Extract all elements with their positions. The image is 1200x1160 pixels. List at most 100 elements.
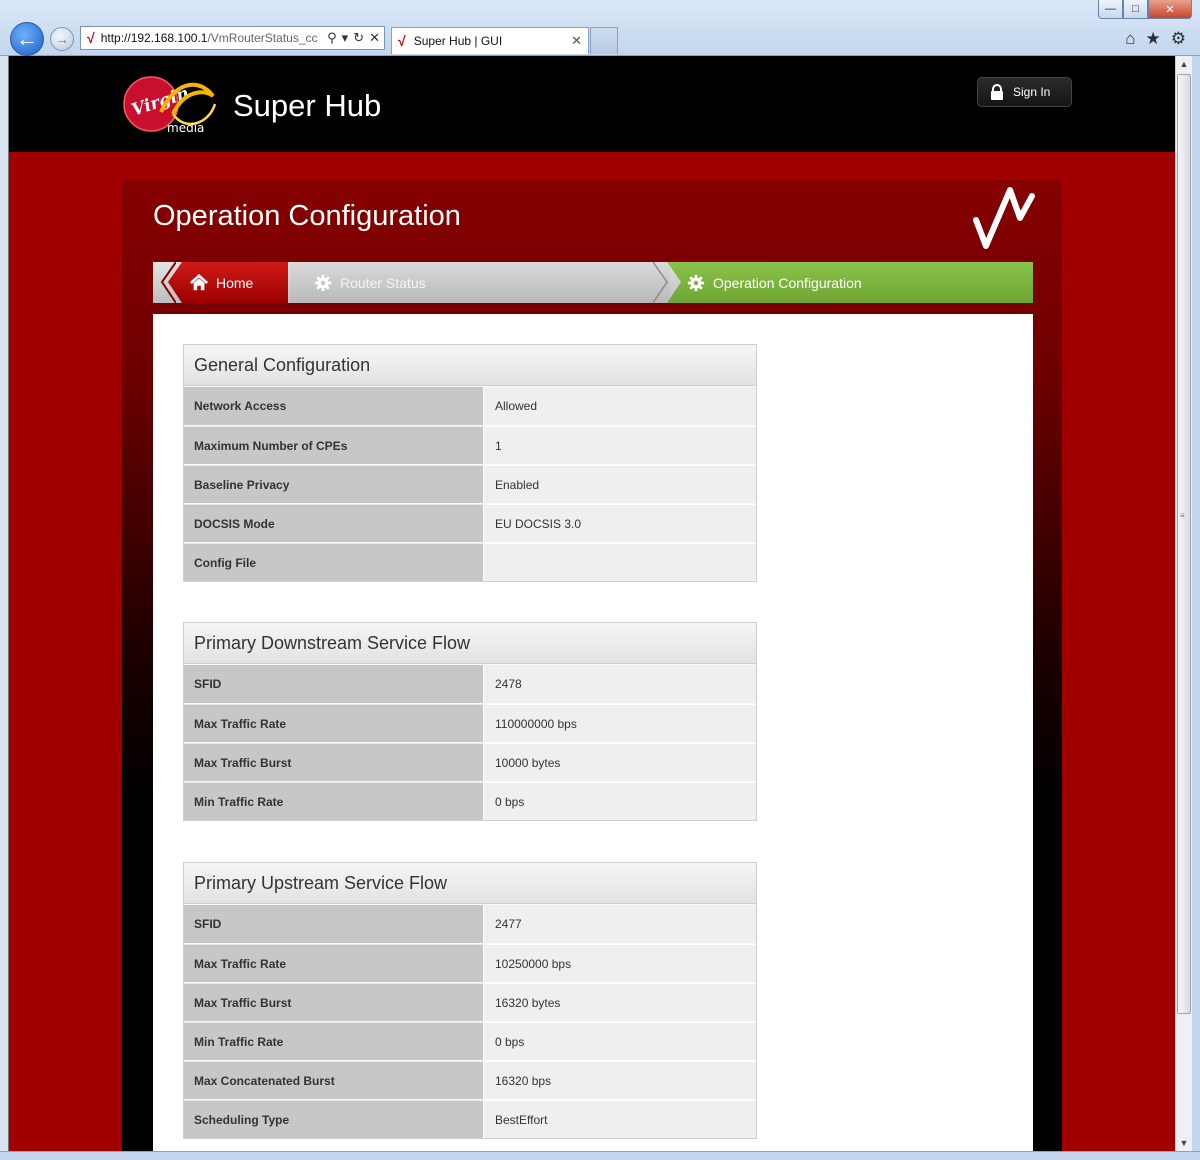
- row-label: Maximum Number of CPEs: [184, 426, 484, 464]
- svg-text:media: media: [167, 121, 204, 135]
- row-label: DOCSIS Mode: [184, 504, 484, 542]
- window-frame-right: [1192, 56, 1200, 1160]
- row-value: 0 bps: [484, 1022, 756, 1060]
- row-label: Max Concatenated Burst: [184, 1061, 484, 1099]
- table-row: Config File: [184, 542, 756, 581]
- row-label: Network Access: [184, 387, 484, 425]
- row-value: 16320 bytes: [484, 983, 756, 1021]
- site-header: Virgin media Super Hub Sign In: [9, 56, 1175, 152]
- row-value: 2477: [484, 905, 756, 943]
- brand-title: Super Hub: [233, 88, 382, 123]
- tab-title: Super Hub | GUI: [413, 34, 503, 48]
- search-icon[interactable]: ⚲: [327, 30, 337, 46]
- upstream-service-flow-table: Primary Upstream Service Flow SFID 2477 M…: [183, 862, 757, 1139]
- row-value: 0 bps: [484, 782, 756, 820]
- row-value: 110000000 bps: [484, 704, 756, 742]
- new-tab-button[interactable]: [590, 27, 618, 54]
- home-icon: [190, 273, 208, 290]
- vertical-scrollbar[interactable]: ▲ ≡ ▼: [1175, 56, 1192, 1151]
- row-label: Min Traffic Rate: [184, 782, 484, 820]
- table-row: SFID 2478: [184, 664, 756, 703]
- minimize-icon[interactable]: —: [1098, 0, 1123, 19]
- row-value: EU DOCSIS 3.0: [484, 504, 756, 542]
- scroll-up-arrow-icon[interactable]: ▲: [1176, 56, 1192, 72]
- window-controls: — □ ✕: [1098, 0, 1192, 19]
- content-panel: Operation Configuration Router Status Op…: [122, 180, 1062, 1151]
- table-row: Network Access Allowed: [184, 386, 756, 425]
- address-path: /VmRouterStatus_cc: [207, 31, 318, 45]
- table-row: Min Traffic Rate 0 bps: [184, 1021, 756, 1060]
- breadcrumb-router-status-label: Router Status: [340, 274, 426, 291]
- tab-close-icon[interactable]: ✕: [571, 33, 582, 49]
- table-row: Max Traffic Burst 10000 bytes: [184, 742, 756, 781]
- favorites-star-icon[interactable]: ★: [1146, 29, 1161, 49]
- breadcrumb-current-label: Operation Configuration: [713, 274, 862, 291]
- sign-in-label: Sign In: [1013, 85, 1051, 99]
- breadcrumb-home-label: Home: [216, 274, 254, 291]
- address-bar[interactable]: √ http://192.168.100.1 /VmRouterStatus_c…: [80, 26, 385, 50]
- row-value: 16320 bps: [484, 1061, 756, 1099]
- browser-tools: ⌂ ★ ⚙: [1125, 29, 1186, 49]
- row-value: [484, 543, 756, 581]
- gear-icon: [687, 274, 705, 291]
- table-row: Scheduling Type BestEffort: [184, 1099, 756, 1138]
- home-icon[interactable]: ⌂: [1125, 29, 1135, 49]
- row-value: 1: [484, 426, 756, 464]
- table-row: DOCSIS Mode EU DOCSIS 3.0: [184, 503, 756, 542]
- table-row: SFID 2477: [184, 904, 756, 943]
- sign-in-button[interactable]: Sign In: [977, 77, 1072, 107]
- row-label: Max Traffic Rate: [184, 704, 484, 742]
- table-row: Min Traffic Rate 0 bps: [184, 781, 756, 820]
- settings-gear-icon[interactable]: ⚙: [1171, 29, 1186, 49]
- table-row: Max Traffic Rate 10250000 bps: [184, 943, 756, 982]
- section-title: Primary Downstream Service Flow: [184, 623, 756, 664]
- breadcrumb: Router Status Operation Configuration Ho…: [153, 262, 1033, 303]
- address-host: http://192.168.100.1: [100, 31, 208, 45]
- row-value: 10250000 bps: [484, 944, 756, 982]
- forward-arrow-icon[interactable]: →: [50, 27, 74, 51]
- back-arrow-icon[interactable]: ←: [10, 22, 44, 56]
- downstream-service-flow-table: Primary Downstream Service Flow SFID 2478…: [183, 622, 757, 821]
- virgin-tick-icon: [973, 187, 1035, 249]
- table-row: Baseline Privacy Enabled: [184, 464, 756, 503]
- scrollbar-thumb[interactable]: [1177, 74, 1191, 1014]
- dropdown-icon[interactable]: ▾: [342, 30, 349, 46]
- content-area: General Configuration Network Access Allo…: [153, 314, 1033, 1151]
- table-row: Maximum Number of CPEs 1: [184, 425, 756, 464]
- row-label: SFID: [184, 665, 484, 703]
- row-value: Allowed: [484, 387, 756, 425]
- row-value: 10000 bytes: [484, 743, 756, 781]
- row-label: Config File: [184, 543, 484, 581]
- refresh-icon[interactable]: ↻: [353, 30, 364, 46]
- window-frame-bottom: [0, 1151, 1200, 1160]
- row-value: 2478: [484, 665, 756, 703]
- row-label: Max Traffic Burst: [184, 983, 484, 1021]
- site-favicon-icon: √: [87, 30, 95, 46]
- virgin-media-logo: Virgin media: [123, 76, 217, 135]
- maximize-icon[interactable]: □: [1123, 0, 1148, 19]
- row-value: Enabled: [484, 465, 756, 503]
- breadcrumb-home[interactable]: Home: [168, 262, 288, 303]
- table-row: Max Traffic Rate 110000000 bps: [184, 703, 756, 742]
- page-title: Operation Configuration: [153, 200, 461, 232]
- browser-chrome: — □ ✕ ← → √ http://192.168.100.1 /VmRout…: [0, 0, 1200, 56]
- tab-favicon-icon: √: [398, 33, 406, 49]
- row-label: Baseline Privacy: [184, 465, 484, 503]
- browser-tab[interactable]: √ Super Hub | GUI ✕: [391, 27, 589, 54]
- breadcrumb-operation-configuration[interactable]: Operation Configuration: [667, 262, 1033, 303]
- row-label: SFID: [184, 905, 484, 943]
- close-window-icon[interactable]: ✕: [1148, 0, 1192, 19]
- row-label: Max Traffic Rate: [184, 944, 484, 982]
- stop-icon[interactable]: ✕: [369, 30, 380, 46]
- row-value: BestEffort: [484, 1100, 756, 1138]
- scroll-grip-icon: ≡: [1180, 511, 1185, 520]
- row-label: Scheduling Type: [184, 1100, 484, 1138]
- general-configuration-table: General Configuration Network Access Allo…: [183, 344, 757, 582]
- breadcrumb-router-status[interactable]: Router Status: [290, 262, 670, 303]
- row-label: Min Traffic Rate: [184, 1022, 484, 1060]
- gear-icon: [314, 274, 332, 291]
- section-title: Primary Upstream Service Flow: [184, 863, 756, 904]
- section-title: General Configuration: [184, 345, 756, 386]
- lock-icon: [991, 84, 1003, 100]
- scroll-down-arrow-icon[interactable]: ▼: [1176, 1135, 1192, 1151]
